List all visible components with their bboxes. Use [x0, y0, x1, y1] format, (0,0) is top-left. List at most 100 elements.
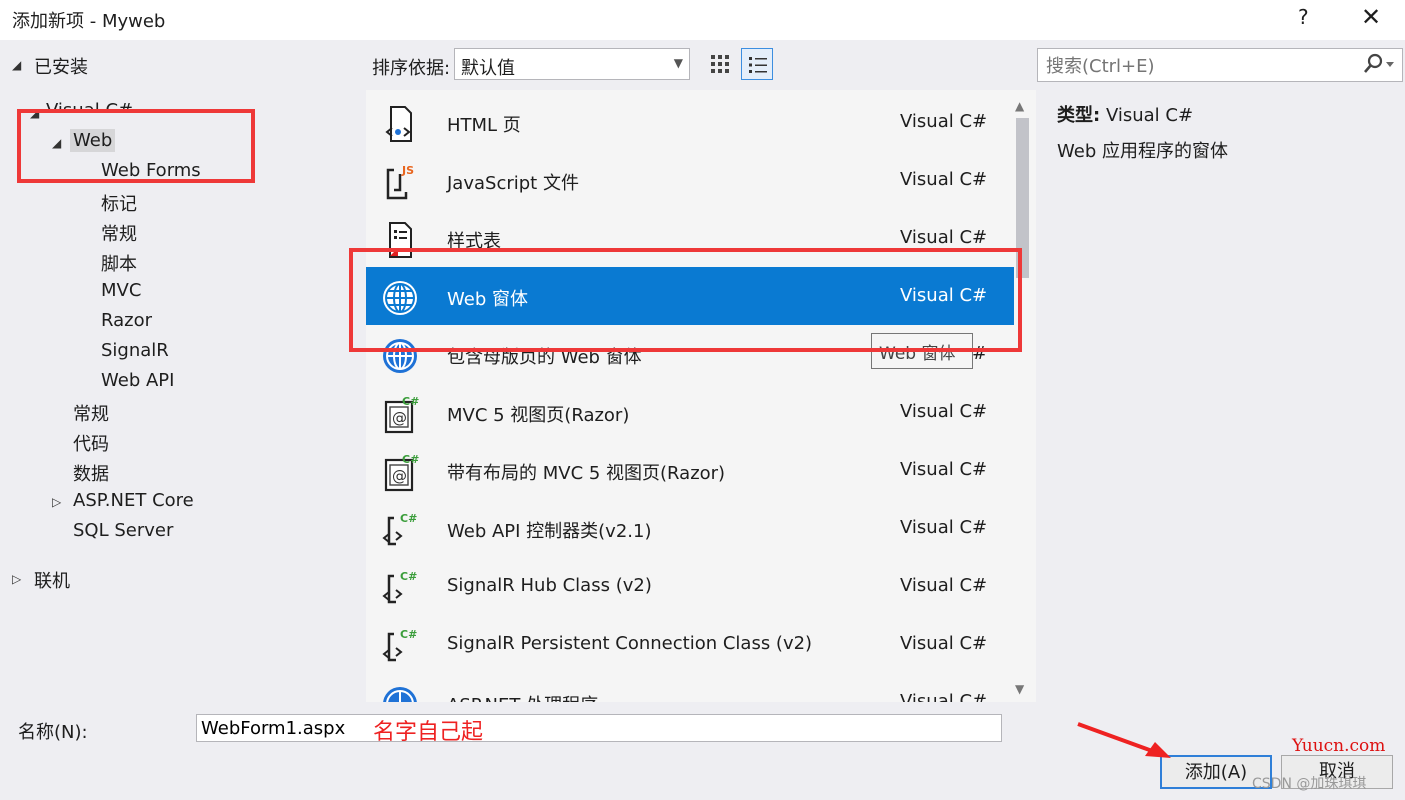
tooltip: Web 窗体: [871, 333, 973, 369]
expanded-arrow-icon[interactable]: ◢: [52, 136, 61, 150]
html-page-icon: [385, 106, 412, 142]
close-button[interactable]: ✕: [1361, 3, 1381, 31]
annotation-arrow-icon: [1077, 722, 1171, 758]
list-item[interactable]: HTML 页 Visual C#: [366, 93, 1014, 151]
stylesheet-icon: [389, 222, 412, 258]
javascript-file-icon: JS: [386, 164, 414, 200]
razor-view-icon: @ C#: [384, 395, 419, 434]
tree-item-data[interactable]: 数据: [73, 460, 109, 486]
expanded-arrow-icon[interactable]: ◢: [12, 58, 21, 72]
csharp-class-icon: C#: [382, 570, 417, 604]
template-type: Visual C#: [900, 401, 988, 422]
template-type: Visual C#: [900, 459, 988, 480]
template-name: SignalR Hub Class (v2): [447, 575, 652, 596]
tree-item-code[interactable]: 代码: [73, 430, 109, 456]
sort-label: 排序依据:: [372, 58, 451, 79]
name-input[interactable]: [196, 714, 1002, 742]
razor-view-icon: @ C#: [384, 453, 419, 492]
list-item[interactable]: ASP.NET 处理程序 Visual C#: [366, 673, 1014, 702]
tree-item-markup[interactable]: 标记: [101, 190, 137, 216]
list-item-selected[interactable]: Web 窗体 Visual C#: [366, 267, 1014, 325]
tree-item-visual-csharp[interactable]: Visual C#: [46, 100, 133, 112]
list-view-icon: [749, 57, 767, 73]
template-name: MVC 5 视图页(Razor): [447, 405, 630, 426]
annotation-text: 名字自己起: [373, 720, 484, 745]
template-type: Visual C#: [900, 285, 988, 306]
svg-text:C#: C#: [400, 628, 417, 641]
tree-item-online[interactable]: 联机: [34, 567, 70, 593]
csharp-class-icon: C#: [382, 628, 417, 662]
list-item[interactable]: C# Web API 控制器类(v2.1) Visual C#: [366, 499, 1014, 557]
search-input[interactable]: [1044, 53, 1348, 79]
svg-text:JS: JS: [401, 164, 414, 177]
sort-value: 默认值: [461, 58, 515, 79]
list-item[interactable]: JS JavaScript 文件 Visual C#: [366, 151, 1014, 209]
template-type: Visual C#: [900, 517, 988, 538]
tree-item-mvc[interactable]: MVC: [101, 280, 141, 301]
list-item[interactable]: @ C# MVC 5 视图页(Razor) Visual C#: [366, 383, 1014, 441]
tree-item-installed[interactable]: 已安装: [34, 53, 88, 79]
small-icons-view-button[interactable]: [704, 48, 736, 80]
tree-item-script[interactable]: 脚本: [101, 250, 137, 276]
help-button[interactable]: ?: [1298, 5, 1309, 29]
grid-view-icon: [711, 55, 729, 73]
info-type-value: Visual C#: [1105, 105, 1194, 126]
svg-text:C#: C#: [402, 395, 419, 408]
tree-item-web-forms[interactable]: Web Forms: [101, 160, 201, 181]
watermark-csdn: CSDN @加珠琪琪: [1252, 776, 1367, 792]
template-type: Visual C#: [900, 691, 988, 702]
scroll-up-icon[interactable]: ▲: [1015, 99, 1024, 113]
template-list[interactable]: HTML 页 Visual C# JS JavaScript 文件 Visual…: [366, 90, 1036, 702]
globe-icon: [383, 687, 417, 702]
template-name: SignalR Persistent Connection Class (v2): [447, 633, 813, 654]
template-name: 带有布局的 MVC 5 视图页(Razor): [447, 463, 726, 484]
title-bar: 添加新项 - Myweb ? ✕: [0, 0, 1405, 40]
window-title: 添加新项 - Myweb: [12, 11, 166, 32]
list-item[interactable]: 样式表 Visual C#: [366, 209, 1014, 267]
tree-item-sql-server[interactable]: SQL Server: [73, 520, 173, 541]
template-type: Visual C#: [900, 633, 988, 654]
collapsed-arrow-icon[interactable]: ▷: [12, 572, 21, 586]
list-view-button[interactable]: [741, 48, 773, 80]
watermark-yuucn: Yuucn.com: [1292, 736, 1386, 756]
info-type-label: 类型:: [1057, 105, 1101, 126]
svg-text:@: @: [392, 467, 407, 485]
svg-text:C#: C#: [400, 512, 417, 525]
template-name: 样式表: [447, 231, 501, 252]
tree-item-signalr[interactable]: SignalR: [101, 340, 169, 361]
tree-item-csharp-general[interactable]: 常规: [73, 400, 109, 426]
scrollbar-thumb[interactable]: [1016, 118, 1029, 278]
tree-item-razor[interactable]: Razor: [101, 310, 152, 331]
search-box[interactable]: [1037, 48, 1403, 82]
svg-text:@: @: [392, 409, 407, 427]
info-description: Web 应用程序的窗体: [1057, 141, 1228, 162]
collapsed-arrow-icon[interactable]: ▷: [52, 495, 61, 509]
tree-item-general[interactable]: 常规: [101, 220, 137, 246]
list-item[interactable]: C# SignalR Hub Class (v2) Visual C#: [366, 557, 1014, 615]
category-tree: ◢ 已安装 ◢ Visual C# ◢ Web Web Forms 标记 常规 …: [0, 40, 350, 702]
template-name: JavaScript 文件: [447, 173, 579, 194]
template-name: Web API 控制器类(v2.1): [447, 521, 652, 542]
svg-text:C#: C#: [402, 453, 419, 466]
csharp-class-icon: C#: [382, 512, 417, 546]
chevron-down-icon: ▼: [673, 56, 683, 70]
sort-dropdown[interactable]: 默认值 ▼: [454, 48, 690, 80]
name-label: 名称(N):: [18, 722, 88, 743]
list-item[interactable]: @ C# 带有布局的 MVC 5 视图页(Razor) Visual C#: [366, 441, 1014, 499]
tree-item-web-api[interactable]: Web API: [101, 370, 174, 391]
info-type: 类型: Visual C#: [1057, 101, 1193, 127]
svg-text:C#: C#: [400, 570, 417, 583]
template-type: Visual C#: [900, 227, 988, 248]
globe-icon: [383, 281, 417, 315]
search-icon[interactable]: [1362, 53, 1396, 77]
globe-icon: [383, 339, 417, 373]
template-type: Visual C#: [900, 169, 988, 190]
template-type: Visual C#: [900, 111, 988, 132]
tree-item-aspnet-core[interactable]: ASP.NET Core: [73, 490, 194, 511]
expanded-arrow-icon[interactable]: ◢: [30, 106, 39, 120]
template-name: Web 窗体: [447, 289, 528, 310]
scroll-down-icon[interactable]: ▼: [1015, 682, 1024, 696]
tree-item-web[interactable]: Web: [70, 129, 116, 152]
template-name: ASP.NET 处理程序: [447, 691, 598, 702]
list-item[interactable]: C# SignalR Persistent Connection Class (…: [366, 615, 1014, 673]
